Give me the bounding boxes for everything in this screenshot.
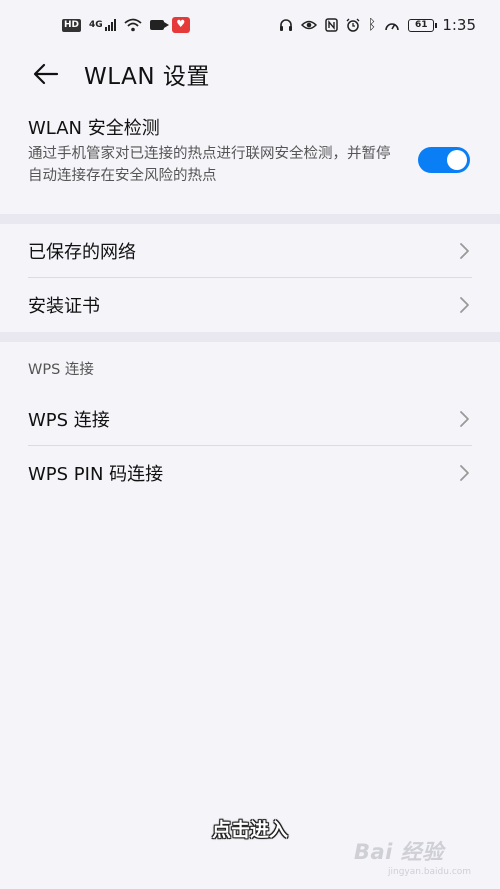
nfc-icon bbox=[325, 18, 338, 32]
chevron-right-icon bbox=[460, 465, 469, 481]
watermark-url: jingyan.baidu.com bbox=[388, 867, 472, 877]
alarm-icon bbox=[346, 18, 360, 32]
wps-group-title: WPS 连接 bbox=[28, 362, 94, 378]
chevron-right-icon bbox=[460, 297, 469, 313]
saved-networks-label: 已保存的网络 bbox=[28, 242, 136, 263]
network-type-label: 4G bbox=[89, 20, 103, 30]
security-check-toggle[interactable] bbox=[418, 147, 470, 173]
arrow-left-icon bbox=[33, 63, 59, 85]
headset-icon bbox=[279, 19, 292, 31]
status-bar: HD 4G ♥ ᛒ 61 1:35 bbox=[0, 0, 500, 50]
network-settings-section: 已保存的网络 安装证书 bbox=[0, 224, 500, 332]
signal-icon bbox=[104, 19, 116, 31]
section-separator bbox=[0, 214, 500, 224]
install-certificate-item[interactable]: 安装证书 bbox=[0, 278, 500, 332]
back-button[interactable] bbox=[24, 52, 68, 96]
security-check-section: WLAN 安全检测 通过手机管家对已连接的热点进行联网安全检测，并暂停自动连接存… bbox=[0, 108, 500, 214]
chevron-right-icon bbox=[460, 243, 469, 259]
baidu-watermark: Bai 经验 jingyan.baidu.com bbox=[354, 838, 484, 886]
wps-connect-item[interactable]: WPS 连接 bbox=[0, 392, 500, 446]
wps-pin-connect-label: WPS PIN 码连接 bbox=[28, 464, 164, 485]
saved-networks-item[interactable]: 已保存的网络 bbox=[0, 224, 500, 278]
toggle-knob bbox=[447, 150, 467, 170]
wifi-icon bbox=[124, 18, 142, 32]
install-certificate-label: 安装证书 bbox=[28, 296, 100, 317]
hd-badge: HD bbox=[62, 18, 82, 32]
video-camera-icon bbox=[149, 20, 169, 30]
status-left: HD 4G ♥ bbox=[62, 17, 190, 33]
wps-section: WPS 连接 WPS 连接 WPS PIN 码连接 bbox=[0, 342, 500, 889]
clock-time: 1:35 bbox=[442, 16, 476, 34]
security-check-description: 通过手机管家对已连接的热点进行联网安全检测，并暂停自动连接存在安全风险的热点 bbox=[28, 146, 391, 184]
section-separator bbox=[0, 332, 500, 342]
wps-pin-connect-item[interactable]: WPS PIN 码连接 bbox=[0, 446, 500, 500]
bluetooth-icon: ᛒ bbox=[367, 17, 377, 33]
status-right: ᛒ 61 1:35 bbox=[279, 16, 476, 34]
eye-comfort-icon bbox=[300, 20, 317, 30]
security-check-row: WLAN 安全检测 通过手机管家对已连接的热点进行联网安全检测，并暂停自动连接存… bbox=[0, 108, 500, 214]
app-notification-icon: ♥ bbox=[171, 17, 190, 33]
security-check-title: WLAN 安全检测 bbox=[28, 118, 160, 139]
watermark-logo: Bai 经验 bbox=[354, 840, 444, 864]
battery-icon: 61 bbox=[408, 18, 438, 32]
page-title: WLAN 设置 bbox=[84, 64, 210, 90]
title-bar: WLAN 设置 bbox=[0, 50, 500, 98]
gauge-icon bbox=[385, 22, 400, 30]
chevron-right-icon bbox=[460, 411, 469, 427]
wps-connect-label: WPS 连接 bbox=[28, 410, 110, 431]
